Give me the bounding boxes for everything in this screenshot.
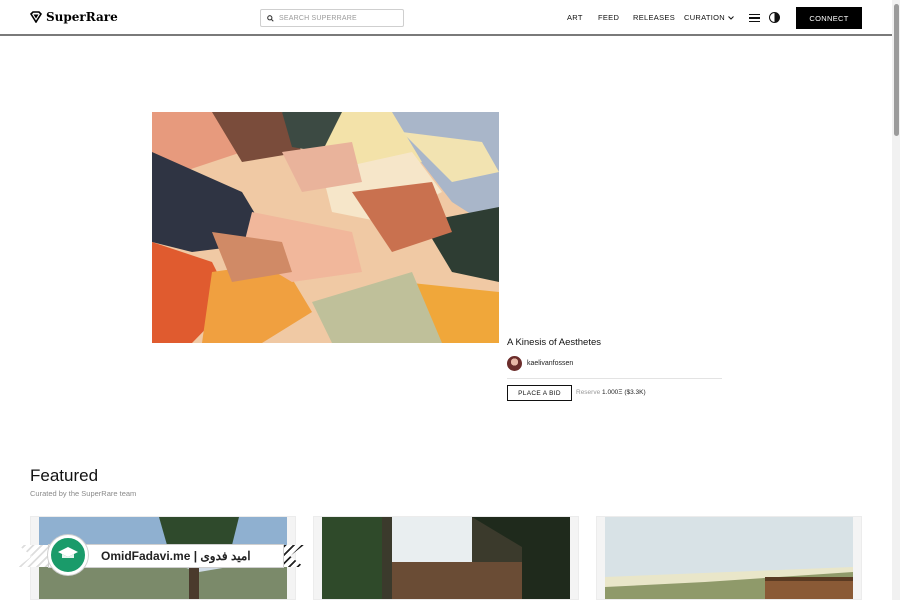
featured-subtitle: Curated by the SuperRare team [30,489,137,498]
chevron-down-icon [728,15,734,20]
divider [507,378,722,379]
nav-art[interactable]: ART [567,13,583,22]
avatar [507,356,522,371]
card-image [322,517,570,599]
artist-name: kaelivanfossen [527,360,574,367]
artist-link[interactable]: kaelivanfossen [507,356,573,371]
reserve-price: Reserve 1.000Ξ ($3.3K) [576,389,646,396]
nav-curation-label: CURATION [684,13,726,22]
top-header: SuperRare ART FEED RELEASES CURATION CON… [0,0,892,36]
place-bid-button[interactable]: PLACE A BID [507,385,572,401]
reserve-label: Reserve [576,389,601,396]
watermark-banner: OmidFadavi.me | امید فدوی [18,535,304,575]
connect-button[interactable]: CONNECT [796,7,862,29]
artwork-title[interactable]: A Kinesis of Aesthetes [507,337,601,348]
graduation-cap-icon [48,535,88,575]
search-icon [267,14,274,22]
theme-toggle-icon[interactable] [769,12,780,23]
reserve-amount: 1.000Ξ ($3.3K) [602,389,646,396]
logo-text: SuperRare [46,10,118,24]
scrollbar-thumb[interactable] [894,4,899,136]
featured-card[interactable] [313,516,579,600]
search-input[interactable] [279,14,399,22]
card-image [605,517,853,599]
featured-card[interactable] [596,516,862,600]
superrare-logo[interactable]: SuperRare [30,10,118,24]
nav-releases[interactable]: RELEASES [633,13,675,22]
menu-icon[interactable] [749,14,760,22]
featured-heading: Featured [30,466,99,485]
diamond-icon [30,11,42,23]
artwork-illustration [152,112,499,343]
nav-feed[interactable]: FEED [598,13,619,22]
nav-curation[interactable]: CURATION [684,13,734,22]
artwork-image[interactable] [152,112,499,343]
search-box[interactable] [260,9,404,27]
